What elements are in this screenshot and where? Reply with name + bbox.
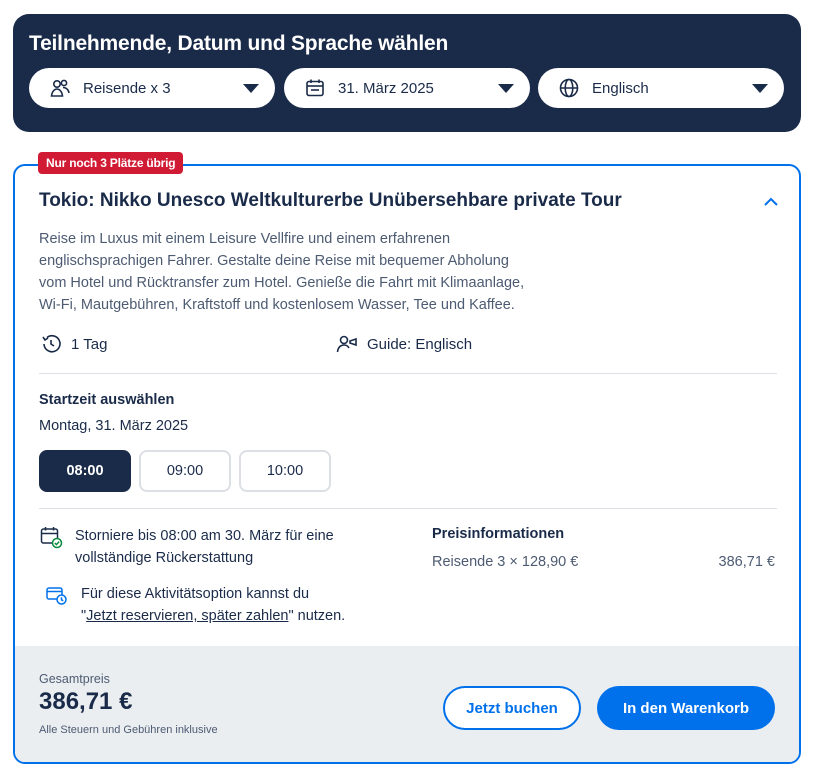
total-price: 386,71 € — [39, 688, 133, 715]
description-line: Wi-Fi, Mautgebühren, Kraftstoff und kost… — [39, 297, 515, 313]
price-line-total: 386,71 € — [718, 554, 775, 570]
price-breakdown: Reisende 3 × 128,90 € — [432, 554, 579, 570]
cancellation-text: Storniere bis 08:00 am 30. März für eine… — [75, 525, 334, 569]
guide-icon — [335, 332, 359, 356]
selector-title: Teilnehmende, Datum und Sprache wählen — [29, 32, 449, 55]
language-dropdown[interactable]: Englisch — [538, 68, 784, 108]
activity-card: Tokio: Nikko Unesco Weltkulturerbe Unübe… — [13, 164, 801, 764]
travelers-icon — [49, 77, 71, 99]
travelers-dropdown[interactable]: Reisende x 3 — [29, 68, 275, 108]
availability-badge: Nur noch 3 Plätze übrig — [38, 152, 184, 174]
guide-row: Guide: Englisch — [335, 332, 472, 356]
divider — [39, 508, 777, 509]
clock-icon — [39, 332, 63, 356]
divider — [39, 373, 777, 374]
add-to-cart-button[interactable]: In den Warenkorb — [597, 686, 775, 730]
reserve-line: "Jetzt reservieren, später zahlen" nutze… — [81, 605, 345, 627]
duration-text: 1 Tag — [71, 335, 108, 353]
card-footer: Gesamtpreis 386,71 € Alle Steuern und Ge… — [15, 646, 799, 762]
total-label: Gesamtpreis — [39, 672, 110, 686]
date-label: 31. März 2025 — [338, 79, 434, 97]
globe-icon — [558, 77, 580, 99]
start-date: Montag, 31. März 2025 — [39, 418, 189, 434]
reserve-text: Für diese Aktivitätsoption kannst du "Je… — [81, 583, 345, 627]
reserve-info: Für diese Aktivitätsoption kannst du "Je… — [45, 583, 345, 627]
time-slot-1000[interactable]: 10:00 — [239, 450, 331, 492]
description-line: englischsprachigen Fahrer. Gestalte dein… — [39, 253, 509, 269]
time-slot-0800[interactable]: 08:00 — [39, 450, 131, 492]
selector-panel: Teilnehmende, Datum und Sprache wählen R… — [13, 14, 801, 132]
chevron-down-icon — [243, 83, 259, 93]
activity-description: Reise im Luxus mit einem Leisure Vellfir… — [39, 228, 579, 316]
date-dropdown[interactable]: 31. März 2025 — [284, 68, 530, 108]
travelers-label: Reisende x 3 — [83, 79, 171, 97]
cancellation-info: Storniere bis 08:00 am 30. März für eine… — [39, 525, 334, 569]
card-clock-icon — [45, 583, 69, 607]
chevron-down-icon — [752, 83, 768, 93]
book-now-button[interactable]: Jetzt buchen — [443, 686, 581, 730]
chevron-down-icon — [498, 83, 514, 93]
quote-close: " nutzen. — [288, 608, 346, 624]
price-info-heading: Preisinformationen — [432, 526, 565, 542]
guide-text: Guide: Englisch — [367, 335, 473, 353]
language-label: Englisch — [592, 79, 649, 97]
calendar-icon — [304, 77, 326, 99]
time-slot-0900[interactable]: 09:00 — [139, 450, 231, 492]
cancellation-line: Storniere bis 08:00 am 30. März für eine — [75, 528, 334, 544]
cancellation-line: vollständige Rückerstattung — [75, 550, 254, 566]
start-time-label: Startzeit auswählen — [39, 392, 175, 408]
activity-title: Tokio: Nikko Unesco Weltkulturerbe Unübe… — [39, 190, 622, 211]
chevron-up-icon[interactable] — [761, 192, 781, 212]
duration-row: 1 Tag — [39, 332, 107, 356]
tax-note: Alle Steuern und Gebühren inklusive — [39, 724, 218, 736]
calendar-check-icon — [39, 525, 63, 549]
reserve-line: Für diese Aktivitätsoption kannst du — [81, 586, 310, 602]
description-line: vom Hotel und Rücktransfer zum Hotel. Ge… — [39, 275, 525, 291]
reserve-now-pay-later-link[interactable]: Jetzt reservieren, später zahlen — [86, 608, 288, 624]
description-line: Reise im Luxus mit einem Leisure Vellfir… — [39, 231, 451, 247]
